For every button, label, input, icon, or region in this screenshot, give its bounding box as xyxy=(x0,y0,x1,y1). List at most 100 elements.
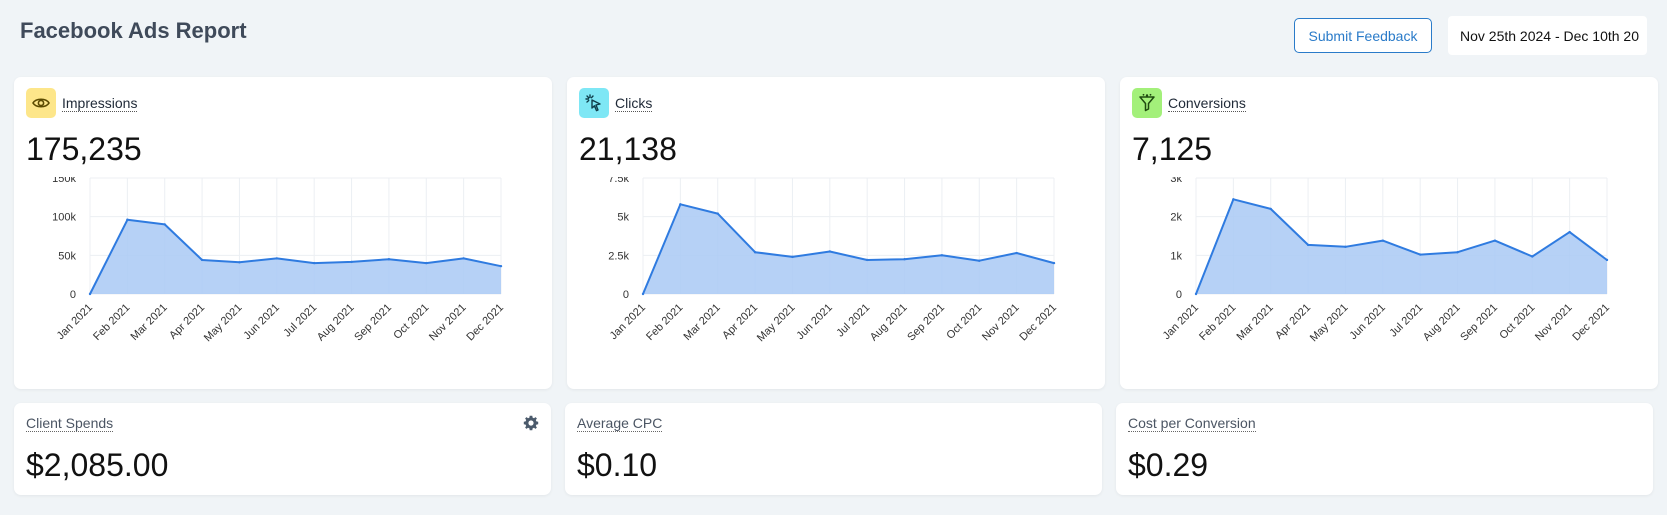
x-tick-label: Mar 2021 xyxy=(1234,302,1275,343)
date-range-picker[interactable]: Nov 25th 2024 - Dec 10th 20 xyxy=(1448,16,1647,55)
x-tick-label: Jan 2021 xyxy=(608,302,648,342)
data-point xyxy=(1269,207,1272,211)
clicks-header: Clicks xyxy=(579,88,653,118)
x-tick-label: Dec 2021 xyxy=(1017,302,1059,344)
x-tick-label: May 2021 xyxy=(1308,302,1351,345)
y-tick-label: 0 xyxy=(70,289,76,301)
impressions-label[interactable]: Impressions xyxy=(62,95,138,112)
series-area xyxy=(643,204,1054,294)
cost-per-conversion-label[interactable]: Cost per Conversion xyxy=(1128,415,1256,432)
x-tick-label: May 2021 xyxy=(755,302,798,345)
client-spends-value: $2,085.00 xyxy=(26,447,169,483)
x-tick-label: Jul 2021 xyxy=(1387,302,1425,340)
x-tick-label: Aug 2021 xyxy=(868,302,910,344)
x-tick-label: Sep 2021 xyxy=(1458,302,1500,344)
data-point xyxy=(1232,198,1235,201)
y-tick-label: 50k xyxy=(58,250,76,262)
clicks-label[interactable]: Clicks xyxy=(615,95,653,112)
eye-icon xyxy=(26,88,56,118)
data-point xyxy=(387,258,391,261)
x-tick-label: Jun 2021 xyxy=(241,302,281,342)
x-tick-label: Feb 2021 xyxy=(91,302,132,343)
series-area xyxy=(90,219,501,294)
client-spends-label[interactable]: Client Spends xyxy=(26,415,114,432)
gear-icon[interactable] xyxy=(523,415,539,431)
y-tick-label: 1k xyxy=(1170,250,1182,262)
x-tick-label: Sep 2021 xyxy=(905,302,947,344)
x-tick-label: Aug 2021 xyxy=(1421,302,1463,344)
average-cpc-label[interactable]: Average CPC xyxy=(577,415,663,432)
data-point xyxy=(350,260,353,264)
data-point xyxy=(940,254,944,257)
data-point xyxy=(312,261,316,265)
conversions-card: Conversions 7,125 3k 2k 1k 0 Jan 2021 Feb 202… xyxy=(1120,77,1658,389)
data-point xyxy=(865,258,869,262)
data-point xyxy=(1306,243,1310,247)
x-tick-label: Oct 2021 xyxy=(1497,302,1537,342)
x-tick-label: Nov 2021 xyxy=(427,302,469,344)
data-point xyxy=(641,292,645,296)
y-tick-label: 2k xyxy=(1170,212,1182,224)
data-point xyxy=(1052,261,1056,265)
impressions-card: Impressions 175,235 150k 100k 50k 0 Jan 2021… xyxy=(14,77,552,389)
x-tick-label: Oct 2021 xyxy=(391,302,431,342)
impressions-value: 175,235 xyxy=(26,131,142,167)
data-point xyxy=(1344,245,1347,249)
data-point xyxy=(425,261,428,265)
conversions-label[interactable]: Conversions xyxy=(1168,95,1246,112)
data-point xyxy=(200,258,204,262)
data-point xyxy=(716,212,719,215)
data-point xyxy=(791,255,794,259)
x-tick-label: Feb 2021 xyxy=(1197,302,1238,343)
data-point xyxy=(903,258,906,261)
x-tick-label: Oct 2021 xyxy=(944,302,984,342)
cursor-click-icon xyxy=(579,88,609,118)
data-point xyxy=(163,223,166,226)
x-tick-label: Mar 2021 xyxy=(681,302,722,343)
data-point xyxy=(1605,258,1609,262)
conversions-value: 7,125 xyxy=(1132,131,1213,167)
data-point xyxy=(978,259,981,262)
data-point xyxy=(1381,239,1385,242)
page-title: Facebook Ads Report xyxy=(20,18,247,43)
x-tick-label: May 2021 xyxy=(202,302,245,345)
clicks-chart: 7.5k5k2.5k0Jan 2021Feb 2021Mar 2021Apr 2… xyxy=(608,177,1059,345)
data-point xyxy=(126,218,129,221)
data-point xyxy=(753,251,757,254)
data-point xyxy=(1418,253,1422,256)
data-point xyxy=(1568,230,1571,234)
y-tick-label: 7.5k xyxy=(608,177,629,185)
x-tick-label: Nov 2021 xyxy=(980,302,1022,344)
cost-per-conversion-card: Cost per Conversion $0.29 xyxy=(1116,403,1653,495)
conversions-chart: 3k2k1k0Jan 2021Feb 2021Mar 2021Apr 2021M… xyxy=(1161,177,1612,345)
clicks-card: Clicks 21,138 7.5k 5k 2.5k 0 Jan 2021 Feb 202… xyxy=(567,77,1105,389)
x-tick-label: Jan 2021 xyxy=(1161,302,1201,342)
impressions-chart: 150k100k50k0Jan 2021Feb 2021Mar 2021Apr … xyxy=(52,177,506,345)
cost-per-conversion-value: $0.29 xyxy=(1128,447,1209,483)
data-point xyxy=(1194,292,1198,296)
average-cpc-card: Average CPC $0.10 xyxy=(565,403,1102,495)
conversions-header: Conversions xyxy=(1132,88,1246,118)
impressions-header: Impressions xyxy=(26,88,138,118)
data-point xyxy=(1493,239,1497,242)
submit-feedback-button[interactable]: Submit Feedback xyxy=(1294,18,1432,53)
data-point xyxy=(1015,251,1018,255)
x-tick-label: Dec 2021 xyxy=(464,302,506,344)
data-point xyxy=(1531,255,1534,258)
x-tick-label: Jun 2021 xyxy=(1347,302,1387,342)
data-point xyxy=(238,261,241,264)
client-spends-card: Client Spends $2,085.00 xyxy=(14,403,551,495)
x-tick-label: Aug 2021 xyxy=(315,302,357,344)
x-tick-label: Jan 2021 xyxy=(55,302,95,342)
x-tick-label: Feb 2021 xyxy=(644,302,685,343)
x-tick-label: Jul 2021 xyxy=(281,302,319,340)
x-tick-label: Nov 2021 xyxy=(1533,302,1575,344)
data-point xyxy=(499,264,503,268)
data-point xyxy=(1456,251,1459,254)
data-point xyxy=(679,203,682,206)
y-tick-label: 0 xyxy=(623,289,629,301)
x-tick-label: Sep 2021 xyxy=(352,302,394,344)
x-tick-label: Jul 2021 xyxy=(834,302,872,340)
x-tick-label: Dec 2021 xyxy=(1570,302,1612,344)
funnel-icon xyxy=(1132,88,1162,118)
